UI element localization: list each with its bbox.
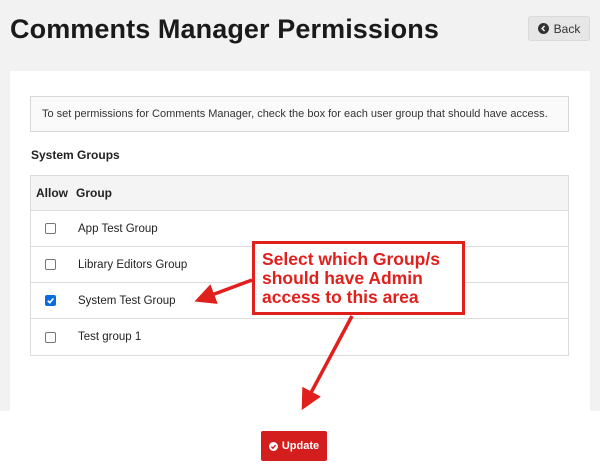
back-button[interactable]: Back xyxy=(528,16,590,41)
allow-checkbox[interactable] xyxy=(45,259,56,270)
annotation-line: access to this area xyxy=(262,287,419,307)
update-button-label: Update xyxy=(281,440,320,452)
info-box: To set permissions for Comments Manager,… xyxy=(30,96,569,132)
group-name: System Test Group xyxy=(78,294,176,307)
allow-checkbox[interactable] xyxy=(45,295,56,306)
page-title: Comments Manager Permissions xyxy=(10,14,439,44)
annotation-line: Select which Group/s xyxy=(262,249,440,269)
section-heading: System Groups xyxy=(31,148,120,162)
column-header-group: Group xyxy=(76,186,112,200)
group-name: Test group 1 xyxy=(78,331,142,343)
annotation-line: should have Admin xyxy=(262,268,423,288)
table-header: Allow Group xyxy=(31,176,568,211)
allow-checkbox[interactable] xyxy=(45,223,56,234)
footer-bar: Update xyxy=(0,411,600,474)
info-text: To set permissions for Comments Manager,… xyxy=(42,108,548,120)
check-circle-icon xyxy=(268,441,278,451)
update-button[interactable]: Update xyxy=(261,431,327,461)
table-row: Test group 1 xyxy=(31,319,568,355)
arrow-left-circle-icon xyxy=(537,23,549,34)
allow-checkbox[interactable] xyxy=(45,331,56,343)
column-header-allow: Allow xyxy=(36,186,68,200)
back-button-label: Back xyxy=(553,21,581,36)
check-icon xyxy=(47,297,54,304)
group-name: Library Editors Group xyxy=(78,258,188,271)
annotation-callout: Select which Group/s should have Admin a… xyxy=(252,241,465,315)
group-name: App Test Group xyxy=(78,222,158,235)
